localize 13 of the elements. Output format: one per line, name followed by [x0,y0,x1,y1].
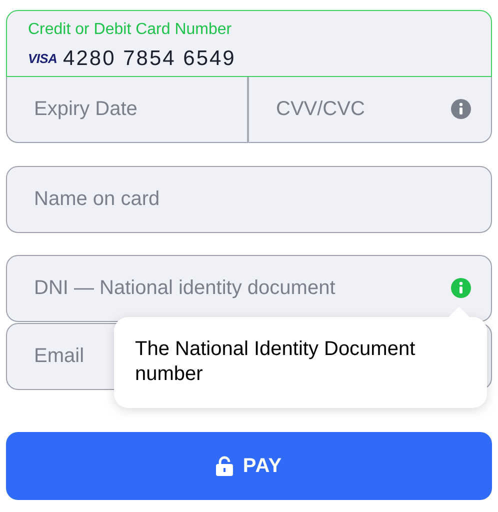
info-icon[interactable] [451,99,471,119]
tooltip-text: The National Identity Document number [135,337,416,387]
lock-icon [216,456,233,476]
info-icon[interactable] [451,278,471,298]
expiry-field[interactable]: Expiry Date [6,77,249,143]
name-field[interactable]: Name on card [6,166,492,233]
card-number-value: 4280 7854 6549 [63,46,236,72]
cvv-field[interactable]: CVV/CVC [249,77,492,143]
visa-logo: VISA [28,50,58,68]
card-number-field[interactable]: Credit or Debit Card Number VISA 4280 7854 6549 [6,10,492,77]
dni-field[interactable]: DNI — National identity document [6,255,492,322]
field-label: Credit or Debit Card Number [28,20,233,40]
pay-button[interactable]: PAY [6,432,492,500]
